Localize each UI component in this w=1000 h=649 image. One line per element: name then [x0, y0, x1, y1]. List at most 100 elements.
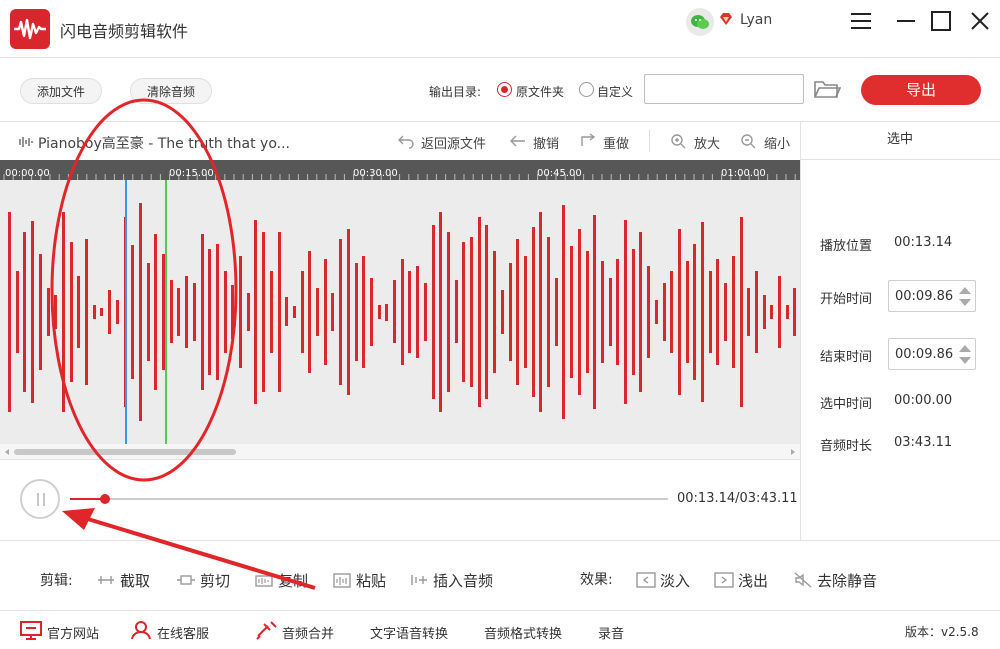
- spin-down-icon[interactable]: [959, 357, 971, 364]
- zoom-in-button[interactable]: 放大: [671, 133, 721, 152]
- export-button[interactable]: 导出: [861, 75, 981, 105]
- waveform-bar: [600, 261, 604, 363]
- spin-down-icon[interactable]: [959, 299, 971, 306]
- text-to-speech-link[interactable]: 文字语音转换: [370, 623, 448, 642]
- zoom-in-label: 放大: [694, 137, 721, 152]
- waveform-view[interactable]: [0, 180, 800, 444]
- waveform-scrollbar[interactable]: [0, 444, 800, 460]
- waveform-bar: [454, 280, 458, 344]
- waveform-bar: [408, 270, 412, 354]
- waveform-bar: [770, 304, 774, 320]
- minimize-icon[interactable]: [893, 8, 919, 34]
- progress-knob[interactable]: [100, 494, 111, 504]
- waveform-bar: [316, 287, 319, 337]
- back-to-source-button[interactable]: 返回源文件: [398, 133, 486, 152]
- folder-open-icon[interactable]: [813, 78, 842, 104]
- waveform-bar: [100, 308, 104, 316]
- waveform-bar: [323, 258, 327, 366]
- waveform-bar: [593, 214, 597, 410]
- fade-out-button[interactable]: 浅出: [714, 570, 768, 591]
- end-time-value[interactable]: 00:09.86: [895, 347, 953, 362]
- waveform-bar: [554, 278, 558, 346]
- waveform-bar: [300, 270, 304, 354]
- add-file-button[interactable]: 添加文件: [20, 78, 103, 104]
- copy-button[interactable]: 复制: [255, 570, 308, 591]
- start-time-spinner[interactable]: 00:09.86: [888, 280, 976, 312]
- paste-button[interactable]: 粘贴: [333, 570, 386, 591]
- audio-merge-link[interactable]: 音频合并: [256, 621, 335, 642]
- maximize-icon[interactable]: [928, 8, 954, 34]
- fade-in-icon: [636, 571, 656, 593]
- insert-audio-icon: [409, 571, 429, 593]
- insert-audio-button[interactable]: 插入音频: [411, 570, 493, 591]
- playback-progress-bar[interactable]: [70, 494, 668, 504]
- waveform-bar: [38, 253, 42, 371]
- waveform-bar: [69, 241, 73, 383]
- online-support-label: 在线客服: [157, 627, 210, 642]
- waveform-bar: [246, 292, 250, 332]
- trim-button[interactable]: 剪切: [177, 570, 230, 591]
- waveform-bar: [539, 212, 543, 412]
- zoom-out-button[interactable]: 缩小: [741, 133, 790, 152]
- radio-original-folder[interactable]: [497, 82, 512, 97]
- menu-icon[interactable]: [848, 8, 874, 34]
- toolbar-divider: [649, 130, 650, 152]
- waveform-bar: [793, 287, 797, 337]
- wechat-icon[interactable]: [686, 8, 714, 36]
- waveform-bar: [446, 231, 450, 393]
- mute-icon: [793, 571, 813, 593]
- output-path-input[interactable]: [644, 74, 804, 104]
- spin-up-icon[interactable]: [959, 345, 971, 352]
- waveform-bar: [677, 229, 681, 395]
- username[interactable]: Lyan: [740, 12, 772, 28]
- playhead-marker[interactable]: [125, 180, 127, 444]
- undo-button[interactable]: 撤销: [510, 133, 559, 152]
- radio-custom[interactable]: [579, 82, 594, 97]
- waveform-bar: [523, 256, 527, 368]
- selection-marker[interactable]: [165, 180, 167, 444]
- zoom-out-icon: [740, 133, 758, 153]
- waveform-bar: [785, 304, 789, 320]
- start-time-value[interactable]: 00:09.86: [895, 289, 953, 304]
- waveform-bar: [585, 251, 589, 373]
- duration-label: 音频时长: [820, 439, 873, 454]
- format-convert-link[interactable]: 音频格式转换: [484, 623, 562, 642]
- radio-original-label[interactable]: 原文件夹: [516, 83, 564, 100]
- cut-button[interactable]: 截取: [98, 570, 150, 591]
- pause-button[interactable]: [20, 479, 60, 519]
- official-website-link[interactable]: 官方网站: [20, 621, 99, 642]
- online-support-link[interactable]: 在线客服: [131, 621, 210, 642]
- output-dir-label: 输出目录:: [429, 85, 482, 99]
- waveform-bar: [346, 229, 350, 395]
- radio-custom-label[interactable]: 自定义: [597, 83, 633, 100]
- fade-in-button[interactable]: 淡入: [636, 570, 690, 591]
- record-link[interactable]: 录音: [598, 623, 624, 642]
- waveform-bar: [778, 275, 781, 349]
- selected-time-value: 00:00.00: [894, 393, 953, 408]
- section-divider: [0, 540, 1000, 541]
- spin-up-icon[interactable]: [959, 287, 971, 294]
- timeline-ruler[interactable]: 00:00.00 00:15.00 00:30.00 00:45.00 01:0…: [0, 160, 800, 180]
- waveform-bar: [562, 205, 566, 419]
- scrollbar-thumb[interactable]: [14, 449, 236, 455]
- ruler-label: 00:30.00: [353, 168, 398, 179]
- waveform-bar: [762, 295, 766, 329]
- waveform-bar: [169, 280, 173, 344]
- monitor-icon: [19, 620, 43, 644]
- clear-audio-button[interactable]: 清除音频: [130, 78, 213, 104]
- waveform-bar: [208, 248, 212, 376]
- redo-button[interactable]: 重做: [581, 133, 629, 152]
- end-time-spinner[interactable]: 00:09.86: [888, 338, 976, 370]
- waveform-bar: [531, 227, 535, 397]
- fade-out-icon: [714, 571, 734, 593]
- audio-merge-label: 音频合并: [282, 627, 335, 642]
- close-icon[interactable]: [967, 8, 993, 34]
- remove-silence-button[interactable]: 去除静音: [794, 570, 877, 591]
- waveform-bar: [285, 297, 289, 327]
- waveform-bar: [231, 285, 235, 339]
- waveform-bar: [500, 290, 504, 334]
- waveform-bar: [385, 303, 389, 321]
- waveform-bar: [31, 220, 35, 404]
- waveform-bar: [423, 282, 427, 342]
- waveform-bar: [192, 282, 196, 342]
